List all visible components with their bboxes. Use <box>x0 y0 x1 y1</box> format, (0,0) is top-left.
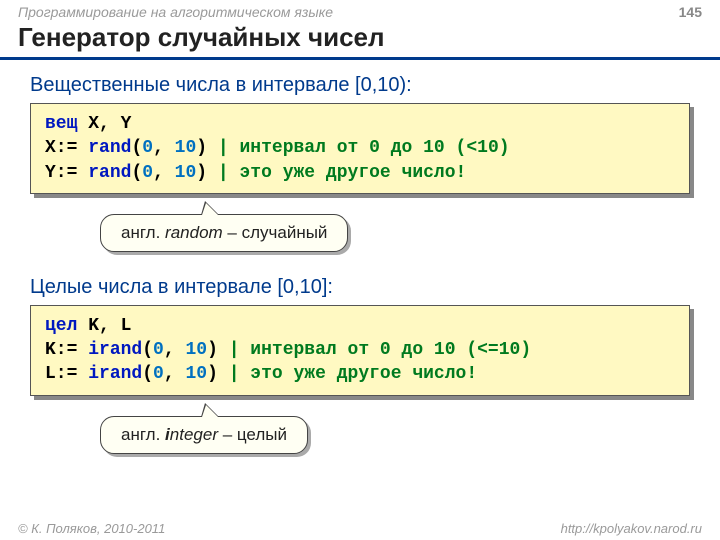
callout-random: англ. random – случайный <box>100 214 348 252</box>
keyword: вещ <box>45 114 77 134</box>
section1-heading: Вещественные числа в интервале [0,10): <box>0 60 720 103</box>
vars: X, Y <box>77 114 131 134</box>
codebox-real: вещ X, Y X:= rand(0, 10) | интервал от 0… <box>30 103 690 194</box>
code-line: K:= irand(0, 10) | интервал от 0 до 10 (… <box>45 338 675 362</box>
header: Программирование на алгоритмическом язык… <box>0 0 720 20</box>
section2-heading: Целые числа в интервале [0,10]: <box>0 262 720 305</box>
keyword: цел <box>45 316 77 336</box>
code-line: Y:= rand(0, 10) | это уже другое число! <box>45 161 675 185</box>
page-number: 145 <box>679 4 702 20</box>
page-title: Генератор случайных чисел <box>0 20 720 60</box>
course-name: Программирование на алгоритмическом язык… <box>18 4 333 20</box>
code-line: цел K, L <box>45 314 675 338</box>
callout-integer: англ. integer – целый <box>100 416 308 454</box>
code-line: L:= irand(0, 10) | это уже другое число! <box>45 362 675 386</box>
vars: K, L <box>77 316 131 336</box>
code-line: вещ X, Y <box>45 112 675 136</box>
code-line: X:= rand(0, 10) | интервал от 0 до 10 (<… <box>45 136 675 160</box>
footer: © К. Поляков, 2010-2011 http://kpolyakov… <box>0 521 720 536</box>
url: http://kpolyakov.narod.ru <box>561 521 702 536</box>
copyright: © К. Поляков, 2010-2011 <box>18 521 165 536</box>
codebox-int: цел K, L K:= irand(0, 10) | интервал от … <box>30 305 690 396</box>
